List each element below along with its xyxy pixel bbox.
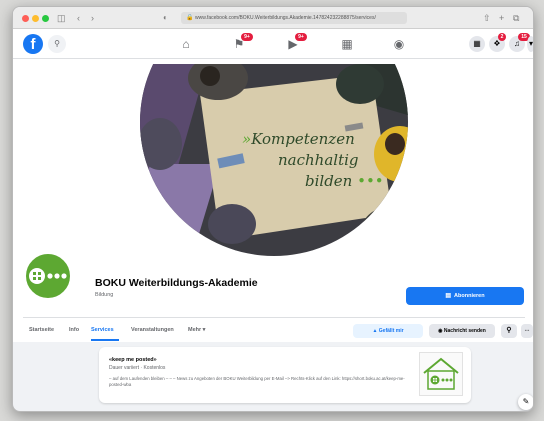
service-card[interactable]: «keep me posted» Dauer variiert · Kosten… [99,347,471,403]
send-message-button[interactable]: ◉ Nachricht senden [429,324,495,338]
boku-logo [29,268,67,284]
facebook-logo-icon[interactable]: f [23,34,43,54]
cover-line-3: bilden [305,172,352,190]
tab-mehr[interactable]: Mehr ▾ [188,324,205,336]
tab-veranstaltungen[interactable]: Veranstaltungen [131,324,174,336]
zoom-window-button[interactable] [42,15,49,22]
ellipsis-icon: ⋯ [524,328,530,334]
header-divider [23,317,525,318]
page-header: »Kompetenzen nachhaltig bilden ••• BOKU … [13,59,533,342]
active-tab-indicator [91,339,119,341]
cover-line-2: nachhaltig [278,151,359,169]
account-chevron-down-icon[interactable]: ▾ [527,36,533,52]
forward-icon[interactable]: › [91,12,94,24]
home-icon[interactable]: ⌂ [178,37,194,51]
service-description: – auf dem Laufenden bleiben – – – News z… [109,376,405,387]
close-window-button[interactable] [22,15,29,22]
back-icon[interactable]: ‹ [77,12,80,24]
tab-info[interactable]: Info [69,324,79,336]
subscribe-button[interactable]: ▤ Abonnieren [406,287,524,305]
new-message-compose-icon[interactable]: ✎ [518,394,533,410]
tab-overview-icon[interactable]: ⧉ [513,12,519,24]
minimize-window-button[interactable] [32,15,39,22]
like-label: Gefällt mir [378,328,404,334]
lock-icon: 🔒 [186,15,194,21]
search-icon: ⚲ [506,327,512,334]
page-title: BOKU Weiterbildungs-Akademie [95,277,258,289]
browser-toolbar: ◫ ‹ › ◐ 🔒 www.facebook.com/BOKU.Weiterbi… [13,7,533,29]
svg-text:»Kompetenzen: »Kompetenzen [242,130,355,148]
groups-icon[interactable]: ◉ [391,37,407,51]
subscribe-label: Abonnieren [454,293,485,299]
cover-photo[interactable]: »Kompetenzen nachhaltig bilden ••• [110,64,438,256]
message-label: Nachricht senden [443,328,486,334]
service-meta: Dauer variiert · Kostenlos [109,365,166,371]
more-options-button[interactable]: ⋯ [521,324,533,338]
page-category: Bildung [95,292,114,298]
menu-grid-icon[interactable]: ▦ [469,36,485,52]
address-bar[interactable]: 🔒 www.facebook.com/BOKU.Weiterbildungs.A… [181,12,407,24]
cover-image: »Kompetenzen nachhaltig bilden ••• [140,64,408,256]
service-thumbnail[interactable] [419,352,463,396]
share-icon[interactable]: ⇧ [483,12,491,24]
pages-notification-badge: 9+ [241,33,253,41]
search-icon[interactable]: ⚲ [48,35,66,53]
new-tab-icon[interactable]: + [499,12,504,24]
messenger-icon: ◉ [438,328,443,334]
address-url: www.facebook.com/BOKU.Weiterbildungs.Aka… [195,15,376,21]
privacy-shield-icon[interactable]: ◐ [163,12,168,24]
tab-services[interactable]: Services [91,324,114,336]
marketplace-icon[interactable]: ▦ [339,37,355,51]
svg-text:bilden •••: bilden ••• [305,172,384,190]
sidebar-icon[interactable]: ◫ [57,12,66,24]
facebook-top-nav: f ⚲ ⌂ ⚑ 9+ ▶ 9+ ▦ ◉ ▦ ❖ 2 ♫ 15 ▾ [13,29,533,59]
browser-window: ◫ ‹ › ◐ 🔒 www.facebook.com/BOKU.Weiterbi… [12,6,534,412]
page-avatar[interactable] [23,251,73,301]
cover-line-1: Kompetenzen [250,130,355,148]
tab-startseite[interactable]: Startseite [29,324,54,336]
page-search-button[interactable]: ⚲ [501,324,517,338]
calendar-icon: ▤ [445,293,452,299]
watch-badge: 9+ [295,33,307,41]
thumbs-up-icon: ▲ [372,328,378,334]
house-logo-image [423,357,459,390]
messenger-badge: 2 [498,33,506,41]
like-button[interactable]: ▲ Gefällt mir [353,324,423,338]
service-title: «keep me posted» [109,357,157,363]
